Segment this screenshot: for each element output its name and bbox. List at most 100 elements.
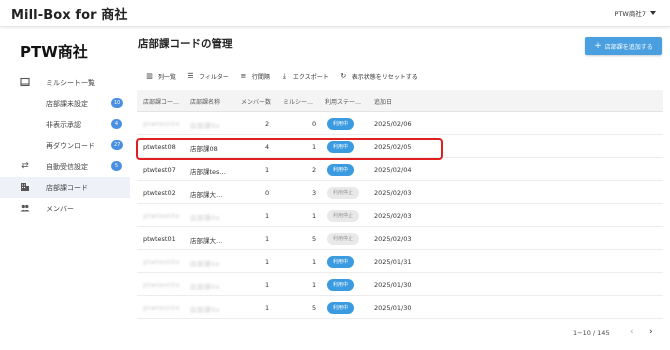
chevron-left-icon[interactable]: ‹ (630, 327, 634, 337)
app-bar: Mill-Box for 商社 PTW商社7 (0, 0, 670, 27)
add-dept-button[interactable]: + 店部課を追加する (585, 37, 662, 55)
cell-mill: 5 (312, 304, 317, 312)
count-badge: 4 (111, 119, 122, 129)
density-label: 行間隔 (251, 73, 270, 81)
cell-date: 2025/02/04 (374, 166, 412, 174)
chevron-right-icon[interactable]: › (649, 327, 653, 337)
cell-name: 店部課tes… (190, 168, 226, 176)
cell-name: 店部課0x (190, 283, 220, 291)
cell-code: ptwtest0x (143, 212, 180, 220)
cell-date: 2025/02/06 (374, 120, 412, 128)
plus-icon: + (594, 40, 602, 51)
add-dept-label: 店部課を追加する (604, 43, 653, 51)
sidebar-item-label: メンバー (46, 205, 74, 213)
cell-members: 1 (265, 304, 270, 312)
status-badge: 利用中 (327, 302, 355, 314)
density-button[interactable]: ≡ 行間隔 (239, 72, 270, 81)
column-header-mill[interactable]: ミルシー… (283, 97, 319, 106)
sidebar-item-unassigned[interactable]: 店部課未設定 10 (0, 93, 130, 114)
cell-name: 店部課大… (190, 191, 223, 199)
cell-members: 1 (265, 258, 270, 266)
status-badge: 利用中 (327, 118, 355, 130)
account-menu[interactable]: PTW商社7 (615, 8, 656, 18)
transfer-icon: ⇄ (21, 161, 29, 171)
cell-name: 店部課0x (190, 260, 220, 268)
cell-mill: 2 (312, 166, 317, 174)
cell-members: 1 (265, 281, 270, 289)
count-badge: 10 (111, 98, 124, 108)
count-badge: 5 (111, 161, 122, 171)
export-button[interactable]: ⤓ エクスポート (280, 72, 329, 81)
reset-label: 表示状態をリセットする (351, 73, 418, 81)
people-icon (20, 203, 30, 213)
sidebar-item-label: ミルシート一覧 (46, 79, 95, 87)
cell-name: 店部課0x (190, 214, 220, 222)
column-header-status[interactable]: 利用ステー… (325, 97, 367, 106)
app-title: Mill-Box for 商社 (11, 8, 128, 23)
org-name: PTW商社 (20, 43, 88, 61)
cell-members: 1 (265, 235, 270, 243)
filter-button[interactable]: ☰ フィルター (186, 72, 229, 81)
table-row[interactable]: ptwtest0x 店部課0x 1 1 2025/01/31 利用中 (137, 251, 663, 273)
cell-code: ptwtest0x (143, 281, 180, 289)
cell-date: 2025/01/30 (374, 304, 412, 312)
grid-toolbar: ▥ 列一覧 ☰ フィルター ≡ 行間隔 ⤓ エクスポート ↻ 表示状態をリセット… (137, 64, 663, 88)
highlight-box (136, 138, 443, 160)
cell-name: 店部課0x (190, 306, 220, 314)
sidebar-item-auto-receive[interactable]: ⇄ 自動受信設定 5 (0, 156, 130, 177)
reset-icon: ↻ (340, 72, 347, 80)
columns-button[interactable]: ▥ 列一覧 (145, 72, 176, 81)
cell-mill: 1 (312, 212, 317, 220)
cell-members: 1 (265, 166, 270, 174)
cell-mill: 3 (312, 189, 317, 197)
count-badge: 27 (111, 140, 124, 150)
cell-mill: 0 (312, 120, 317, 128)
table-row[interactable]: ptwtest0x 店部課0x 1 1 2025/01/30 利用中 (137, 274, 663, 296)
account-name: PTW商社7 (614, 10, 646, 18)
table-header: 店部課コー… 店部課名称 メンバー数 ミルシー… 利用ステー… 追加日 (137, 90, 663, 112)
sidebar-item-label: 再ダウンロード (46, 142, 95, 150)
reset-view-button[interactable]: ↻ 表示状態をリセットする (339, 72, 418, 81)
table-row[interactable]: ptwtest01 店部課大… 1 5 2025/02/03 利用停止 (137, 228, 663, 250)
column-header-code[interactable]: 店部課コー… (143, 97, 183, 106)
status-badge: 利用停止 (327, 210, 360, 222)
sidebar-item-label: 非表示承認 (46, 121, 81, 129)
columns-icon: ▥ (146, 72, 153, 80)
cell-members: 2 (265, 120, 270, 128)
table-row[interactable]: ptwtest02 店部課大… 0 3 2025/02/03 利用停止 (137, 182, 663, 204)
sidebar-item-members[interactable]: メンバー (0, 198, 130, 219)
table-row[interactable]: ptwtest0x 店部課0x 1 5 2025/01/30 利用中 (137, 297, 663, 319)
sidebar-item-mill-sheet-list[interactable]: ミルシート一覧 (0, 72, 130, 93)
filter-icon: ☰ (187, 72, 194, 80)
cell-code: ptwtest0x (143, 304, 180, 312)
cell-code: ptwtest07 (143, 166, 176, 174)
column-header-date[interactable]: 追加日 (374, 97, 414, 106)
sidebar-item-dept-code[interactable]: 店部課コード (0, 177, 130, 198)
cell-mill: 1 (312, 258, 317, 266)
cell-name: 店部課0x (190, 122, 220, 130)
sidebar-item-redownload[interactable]: 再ダウンロード 27 (0, 135, 130, 156)
status-badge: 利用中 (327, 256, 355, 268)
table-row[interactable]: ptwtest0x 店部課0x 2 0 2025/02/06 利用中 (137, 113, 663, 135)
list-icon (20, 77, 30, 87)
cell-date: 2025/01/30 (374, 281, 412, 289)
cell-name: 店部課大… (190, 237, 223, 245)
data-grid: ▥ 列一覧 ☰ フィルター ≡ 行間隔 ⤓ エクスポート ↻ 表示状態をリセット… (137, 64, 663, 342)
sidebar-item-label: 自動受信設定 (46, 163, 88, 171)
cell-date: 2025/02/03 (374, 235, 412, 243)
pagination: 1−10 / 145 ‹ › (137, 326, 663, 342)
sidebar-item-hide-approval[interactable]: 非表示承認 4 (0, 114, 130, 135)
cell-code: ptwtest0x (143, 120, 180, 128)
status-badge: 利用停止 (327, 233, 360, 245)
sidebar: PTW商社 ミルシート一覧 店部課未設定 10 非表示承認 4 再ダウンロード … (0, 28, 130, 350)
cell-code: ptwtest0x (143, 258, 180, 266)
building-icon (20, 182, 30, 192)
column-header-members[interactable]: メンバー数 (241, 97, 279, 106)
cell-date: 2025/02/03 (374, 189, 412, 197)
table-row[interactable]: ptwtest07 店部課tes… 1 2 2025/02/04 利用中 (137, 159, 663, 181)
column-header-name[interactable]: 店部課名称 (190, 97, 236, 106)
cell-code: ptwtest02 (143, 189, 176, 197)
filter-label: フィルター (199, 73, 229, 81)
table-row[interactable]: ptwtest0x 店部課0x 1 1 2025/02/03 利用停止 (137, 205, 663, 227)
status-badge: 利用中 (327, 279, 355, 291)
